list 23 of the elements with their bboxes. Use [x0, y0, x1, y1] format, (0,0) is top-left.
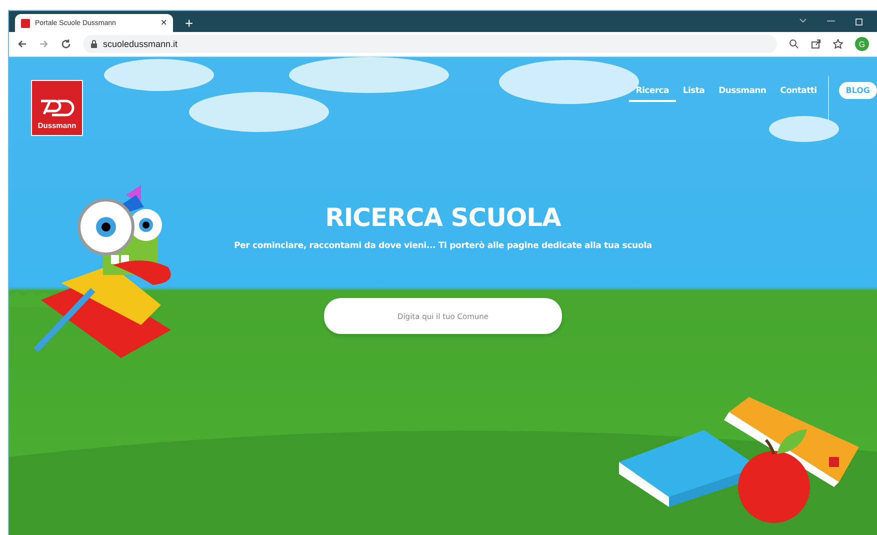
close-tab-button[interactable]: × — [160, 18, 167, 28]
share-icon[interactable] — [811, 39, 821, 49]
lock-icon — [91, 40, 97, 48]
favicon-icon — [21, 18, 30, 28]
address-bar[interactable]: scuoledussmann.it — [83, 35, 777, 53]
nav-link[interactable]: Contatti — [773, 86, 824, 102]
hero-title: RICERCA SCUOLA — [325, 203, 561, 232]
blog-button[interactable]: BLOG — [838, 82, 877, 99]
nav-link[interactable]: Ricerca — [628, 86, 676, 102]
zoom-icon[interactable] — [789, 39, 799, 49]
url-text: scuoledussmann.it — [103, 39, 178, 49]
nav-link[interactable]: Dussmann — [712, 86, 774, 102]
new-tab-button[interactable]: + — [179, 16, 200, 30]
pd-monogram-icon — [38, 97, 76, 117]
reload-icon[interactable] — [61, 39, 71, 49]
chevron-down-icon[interactable] — [799, 18, 807, 22]
minimize-icon[interactable] — [827, 18, 835, 22]
star-icon[interactable] — [833, 39, 843, 49]
nav-link[interactable]: Lista — [676, 86, 712, 102]
restore-icon[interactable] — [855, 18, 863, 26]
hero-subtitle: Per cominciare, raccontami da dove vieni... Ti porterò alle pagine dedicate alla tua scuola — [234, 241, 652, 251]
profile-avatar[interactable]: G — [855, 37, 869, 51]
back-arrow-icon[interactable] — [17, 39, 27, 49]
